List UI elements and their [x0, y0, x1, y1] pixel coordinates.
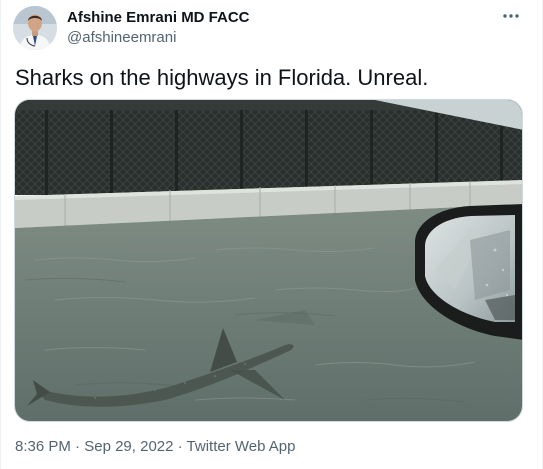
tweet-date-link[interactable]: Sep 29, 2022	[84, 438, 173, 455]
separator-dot: ·	[177, 438, 183, 455]
author-handle[interactable]: @afshineemrani	[67, 29, 176, 46]
tweet-timestamp: 8:36 PM · Sep 29, 2022 · Twitter Web App	[15, 438, 296, 455]
separator-dot: ·	[75, 438, 81, 455]
author-avatar[interactable]	[13, 6, 57, 50]
more-horizontal-icon	[503, 14, 519, 18]
tweet-photo[interactable]	[14, 99, 523, 422]
photo-flooded-highway-shark	[15, 100, 522, 421]
tweet-card: Afshine Emrani MD FACC @afshineemrani Sh…	[0, 0, 543, 469]
author-name[interactable]: Afshine Emrani MD FACC	[67, 9, 250, 26]
more-options-button[interactable]	[498, 6, 524, 26]
tweet-source-link[interactable]: Twitter Web App	[187, 438, 296, 455]
avatar-image	[13, 6, 57, 50]
tweet-time-link[interactable]: 8:36 PM	[15, 438, 71, 455]
tweet-text: Sharks on the highways in Florida. Unrea…	[15, 65, 429, 90]
